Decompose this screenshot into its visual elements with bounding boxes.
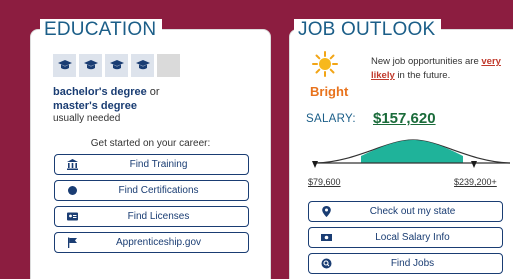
empty-level-box	[157, 54, 180, 77]
find-jobs-label: Find Jobs	[390, 258, 435, 269]
find-licenses-button[interactable]: Find Licenses	[54, 206, 249, 227]
high-marker-icon	[471, 161, 477, 168]
local-salary-button[interactable]: Local Salary Info	[308, 227, 503, 248]
graduation-cap-icon	[53, 54, 76, 77]
outlook-rating: Bright	[310, 84, 349, 99]
degree-primary: bachelor's degree	[53, 86, 147, 98]
education-level-indicator	[53, 54, 183, 77]
job-outlook-panel: JOB OUTLOOK Bright New job opportunities…	[289, 19, 513, 279]
degree-needed-text: usually needed	[53, 113, 121, 124]
job-outlook-title: JOB OUTLOOK	[294, 19, 442, 41]
outlook-text-before: New job opportunities are	[371, 56, 479, 67]
education-panel: EDUCATION bachelor's degree or master's …	[30, 19, 271, 279]
id-card-icon	[67, 211, 78, 222]
graduation-cap-icon	[105, 54, 128, 77]
check-state-button[interactable]: Check out my state	[308, 201, 503, 222]
outlook-text-after: in the future.	[397, 70, 451, 81]
search-icon	[321, 258, 332, 269]
find-certifications-label: Find Certifications	[118, 185, 199, 196]
outlook-description: New job opportunities are very likely in…	[371, 55, 513, 83]
salary-range-high[interactable]: $239,200+	[454, 177, 497, 187]
salary-range-low[interactable]: $79,600	[308, 177, 341, 187]
graduation-cap-icon	[131, 54, 154, 77]
sun-icon	[312, 51, 338, 77]
find-jobs-button[interactable]: Find Jobs	[308, 253, 503, 274]
low-marker-icon	[312, 161, 318, 168]
degree-secondary: master's degree	[53, 100, 137, 112]
local-salary-label: Local Salary Info	[375, 232, 450, 243]
find-certifications-button[interactable]: Find Certifications	[54, 180, 249, 201]
apprenticeship-label: Apprenticeship.gov	[115, 237, 202, 248]
degree-requirement: bachelor's degree or master's degree	[53, 85, 160, 113]
map-pin-icon	[321, 206, 332, 217]
find-training-button[interactable]: Find Training	[54, 154, 249, 175]
salary-distribution-curve	[312, 139, 511, 168]
building-icon	[67, 159, 78, 170]
education-title: EDUCATION	[40, 19, 163, 41]
graduation-cap-icon	[79, 54, 102, 77]
find-training-label: Find Training	[129, 159, 188, 170]
apprenticeship-button[interactable]: Apprenticeship.gov	[54, 232, 249, 253]
flag-icon	[67, 237, 78, 248]
money-icon	[321, 232, 332, 243]
find-licenses-label: Find Licenses	[127, 211, 190, 222]
degree-or: or	[149, 86, 160, 98]
get-started-text: Get started on your career:	[90, 138, 211, 149]
salary-label: SALARY:	[306, 113, 356, 125]
salary-value-link[interactable]: $157,620	[373, 110, 436, 127]
badge-icon	[67, 185, 78, 196]
check-state-label: Check out my state	[369, 206, 456, 217]
